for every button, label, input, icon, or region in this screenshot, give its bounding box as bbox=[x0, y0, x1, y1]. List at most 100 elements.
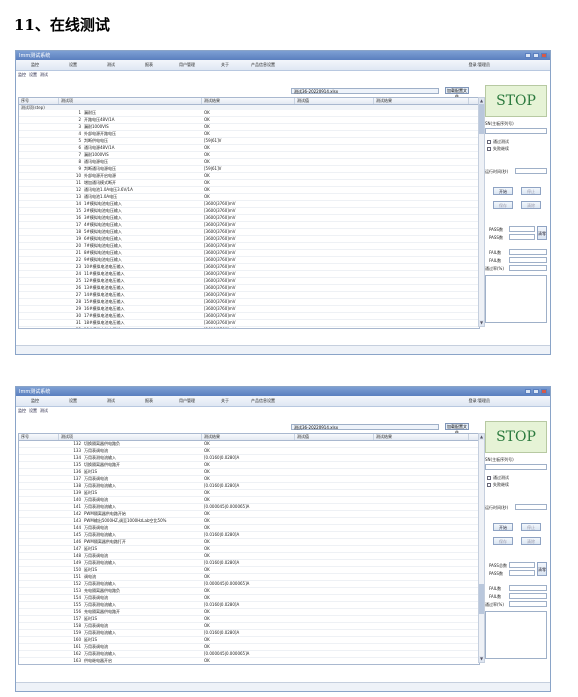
pass-checkbox[interactable] bbox=[487, 476, 491, 480]
reset-count-button[interactable]: 清零 bbox=[537, 226, 547, 240]
table-row[interactable]: 15 2#模拟电池电压输入 [3600|3760]mV bbox=[19, 208, 479, 215]
stop-button[interactable]: 停止 bbox=[521, 187, 541, 195]
clear-button[interactable]: 清除 bbox=[521, 537, 541, 545]
run-time-input[interactable] bbox=[515, 504, 547, 510]
table-row[interactable]: 154 万用表调电流 OK bbox=[19, 595, 479, 602]
table-row[interactable]: 25 12#模拟电池电压输入 [3600|3760]mV bbox=[19, 278, 479, 285]
table-row[interactable]: 18 5#模拟电池电压输入 [3600|3760]mV bbox=[19, 229, 479, 236]
column-header[interactable]: 测试值 bbox=[295, 434, 374, 440]
table-row[interactable]: 135 切换隔离器供电路开 OK bbox=[19, 462, 479, 469]
table-row[interactable]: 132 切换隔离器供电路负 OK bbox=[19, 441, 479, 448]
load-config-button[interactable]: 加载配置文件 bbox=[445, 423, 469, 435]
table-row[interactable]: 142 PWM隔离器供电路开始 OK bbox=[19, 511, 479, 518]
menu-item[interactable]: 报表 bbox=[130, 62, 168, 68]
continue-checkbox[interactable] bbox=[487, 147, 491, 151]
column-header[interactable]: 序号 bbox=[19, 98, 59, 104]
scroll-thumb[interactable] bbox=[479, 584, 484, 614]
log-textarea[interactable] bbox=[485, 611, 547, 659]
table-row[interactable]: 137 万用表调电流 OK bbox=[19, 476, 479, 483]
tab-1[interactable]: 设置 bbox=[29, 408, 37, 414]
table-row[interactable]: 29 16#模拟电池电压输入 [3600|3760]mV bbox=[19, 306, 479, 313]
table-row[interactable]: 150 延时1S OK bbox=[19, 567, 479, 574]
pass-checkbox[interactable] bbox=[487, 140, 491, 144]
pass-count-input[interactable] bbox=[509, 570, 535, 576]
menu-item[interactable]: 监控 bbox=[16, 398, 54, 404]
table-row[interactable]: 151 调电流 OK bbox=[19, 574, 479, 581]
menu-item[interactable]: 产品信息设置 bbox=[244, 398, 282, 404]
table-row[interactable]: 134 万用表测电流输入 [0.0160|0.0280]A bbox=[19, 455, 479, 462]
table-row[interactable]: 138 万用表测电流输入 [0.0160|0.0280]A bbox=[19, 483, 479, 490]
log-textarea[interactable] bbox=[485, 275, 547, 323]
menu-item[interactable]: 关于 bbox=[206, 398, 244, 404]
fail-total-input[interactable] bbox=[509, 593, 547, 599]
column-header[interactable]: 测试项 bbox=[59, 98, 202, 104]
scroll-down-icon[interactable]: ▼ bbox=[479, 656, 484, 662]
menu-item[interactable]: 报表 bbox=[130, 398, 168, 404]
tab-1[interactable]: 设置 bbox=[29, 72, 37, 78]
table-row[interactable]: 143 PWM输出5000HZ,调至1000HzLab空比50% OK bbox=[19, 518, 479, 525]
table-row[interactable]: 10 外部电源开启电源 OK bbox=[19, 173, 479, 180]
scroll-down-icon[interactable]: ▼ bbox=[479, 320, 484, 326]
column-header[interactable]: 测试值 bbox=[295, 98, 374, 104]
table-row[interactable]: 159 万用表测电流输入 [0.0160|0.0280]A bbox=[19, 630, 479, 637]
table-row[interactable]: 147 延时1S OK bbox=[19, 546, 479, 553]
pass-total-input[interactable] bbox=[509, 226, 535, 232]
table-row[interactable]: 23 10#模拟电池电压输入 [3600|3760]mV bbox=[19, 264, 479, 271]
table-row[interactable]: 6 通讯电源48V/1A OK bbox=[19, 145, 479, 152]
table-row[interactable]: 3 漏耐1000VIS OK bbox=[19, 124, 479, 131]
table-row[interactable]: 22 9#模拟电池电压输入 [3600|3760]mV bbox=[19, 257, 479, 264]
vertical-scrollbar[interactable]: ▲ ▼ bbox=[478, 433, 485, 663]
sn-input[interactable] bbox=[485, 464, 547, 470]
table-row[interactable]: 133 万用表调电流 OK bbox=[19, 448, 479, 455]
table-row[interactable]: 12 通讯电池1.0A电压3.6V/1A OK bbox=[19, 187, 479, 194]
table-row[interactable]: 2 开路电压48V/1A OK bbox=[19, 117, 479, 124]
table-row[interactable]: 3219#模拟电池电压输入[3600|3760]mV bbox=[19, 327, 479, 328]
table-row[interactable]: 1 漏耐压 OK bbox=[19, 110, 479, 117]
table-row[interactable]: 145 万用表测电流输入 [0.0160|0.0280]A bbox=[19, 532, 479, 539]
table-row[interactable]: 158 万用表调电流 OK bbox=[19, 623, 479, 630]
scroll-thumb[interactable] bbox=[479, 104, 484, 134]
close-icon[interactable] bbox=[541, 389, 547, 394]
menu-item[interactable]: 用户管理 bbox=[168, 62, 206, 68]
column-header[interactable]: 序号 bbox=[19, 434, 59, 440]
save-button[interactable]: 保存 bbox=[493, 201, 513, 209]
table-row[interactable]: 140 万用表调电流 OK bbox=[19, 497, 479, 504]
table-row[interactable]: 156 充电隔离器供电路开 OK bbox=[19, 609, 479, 616]
menu-item[interactable]: 用户管理 bbox=[168, 398, 206, 404]
table-row[interactable]: 28 15#模拟电池电压输入 [3600|3760]mV bbox=[19, 299, 479, 306]
column-header[interactable]: 测试结果 bbox=[202, 98, 295, 104]
column-header[interactable]: 测试结果 bbox=[374, 98, 469, 104]
table-row[interactable]: 136 延时1S OK bbox=[19, 469, 479, 476]
table-row[interactable]: 17 4#模拟电池电压输入 [3600|3760]mV bbox=[19, 222, 479, 229]
table-row[interactable]: 155 万用表测电流输入 [0.0160|0.0280]A bbox=[19, 602, 479, 609]
table-row[interactable]: 20 7#模拟电池电压输入 [3600|3760]mV bbox=[19, 243, 479, 250]
table-row[interactable]: 27 14#模拟电池电压输入 [3600|3760]mV bbox=[19, 292, 479, 299]
table-row[interactable]: 13 通讯电池1.0A电压 OK bbox=[19, 194, 479, 201]
pass-total-input[interactable] bbox=[509, 562, 535, 568]
table-row[interactable]: 30 17#模拟电池电压输入 [3600|3760]mV bbox=[19, 313, 479, 320]
save-button[interactable]: 保存 bbox=[493, 537, 513, 545]
table-row[interactable]: 141 万用表测电流输入 [0.000045|0.000065]A bbox=[19, 504, 479, 511]
tab-0[interactable]: 监控 bbox=[18, 72, 26, 78]
table-row[interactable]: 163 供电继电器开启 OK bbox=[19, 658, 479, 664]
menu-item[interactable]: 设置 bbox=[54, 398, 92, 404]
table-row[interactable]: 157 延时1S OK bbox=[19, 616, 479, 623]
table-row[interactable]: 152 万用表测电流输入 [0.000045|0.000065]A bbox=[19, 581, 479, 588]
table-row[interactable]: 21 8#模拟电池电压输入 [3600|3760]mV bbox=[19, 250, 479, 257]
table-row[interactable]: 19 6#模拟电池电压输入 [3600|3760]mV bbox=[19, 236, 479, 243]
pass-rate-input[interactable] bbox=[509, 601, 547, 607]
minimize-icon[interactable] bbox=[525, 53, 531, 58]
column-header[interactable]: 测试结果 bbox=[202, 434, 295, 440]
table-row[interactable]: 8 通讯电源电压 OK bbox=[19, 159, 479, 166]
table-row[interactable]: 148 万用表调电流 OK bbox=[19, 553, 479, 560]
table-row[interactable]: 146 PWM隔离器供电路打开 OK bbox=[19, 539, 479, 546]
reset-count-button[interactable]: 清零 bbox=[537, 562, 547, 576]
table-row[interactable]: 139 延时1S OK bbox=[19, 490, 479, 497]
menu-item[interactable]: 测试 bbox=[92, 62, 130, 68]
run-time-input[interactable] bbox=[515, 168, 547, 174]
table-row[interactable]: 24 11#模拟电池电压输入 [3600|3760]mV bbox=[19, 271, 479, 278]
vertical-scrollbar[interactable]: ▲ ▼ bbox=[478, 97, 485, 327]
fail-total-input[interactable] bbox=[509, 257, 547, 263]
table-row[interactable]: 160 延时1S OK bbox=[19, 637, 479, 644]
table-row[interactable]: 162 万用表测电流输入 [0.000045|0.000065]A bbox=[19, 651, 479, 658]
